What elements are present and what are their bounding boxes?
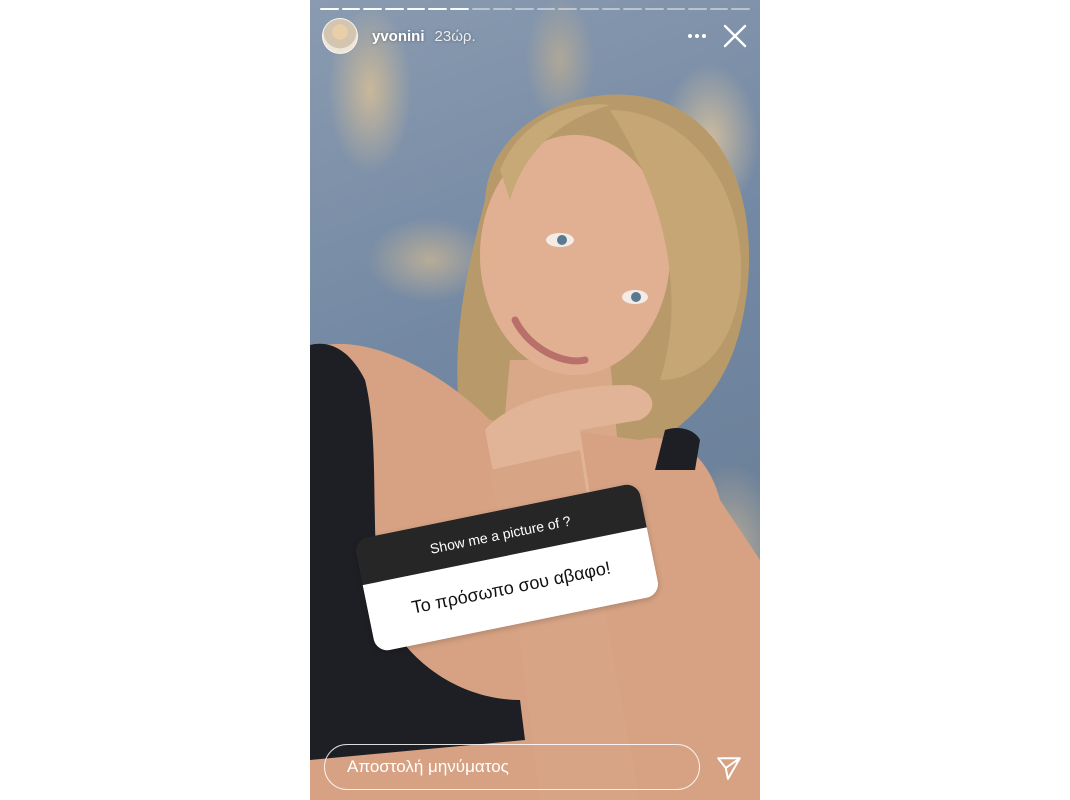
username[interactable]: yvonini <box>372 28 425 45</box>
progress-segment <box>384 8 404 10</box>
progress-segment <box>428 8 447 10</box>
progress-segment <box>514 8 534 10</box>
reply-input[interactable]: Αποστολή μηνύματος <box>324 744 700 790</box>
progress-segment <box>536 8 556 10</box>
story-progress-bar <box>320 8 751 10</box>
progress-segment <box>341 8 361 10</box>
send-icon[interactable] <box>712 751 746 785</box>
close-icon[interactable] <box>720 21 750 51</box>
progress-segment <box>406 8 426 10</box>
progress-segment <box>709 8 729 10</box>
avatar[interactable] <box>322 18 358 54</box>
post-time: 23ώρ. <box>434 27 476 45</box>
progress-segment <box>623 8 642 10</box>
story-photo <box>310 94 760 800</box>
progress-segment <box>579 8 599 10</box>
progress-segment <box>731 8 751 10</box>
progress-segment <box>688 8 707 10</box>
progress-segment <box>471 8 491 10</box>
progress-segment <box>493 8 512 10</box>
progress-segment <box>644 8 664 10</box>
story-viewer[interactable]: yvonini 23ώρ. Show me a picture of ? Το … <box>310 0 760 800</box>
story-header: yvonini 23ώρ. <box>322 18 750 54</box>
progress-segment <box>666 8 686 10</box>
progress-segment <box>363 8 382 10</box>
more-options-icon[interactable] <box>682 21 712 51</box>
progress-segment <box>558 8 577 10</box>
progress-segment <box>320 8 339 10</box>
reply-placeholder: Αποστολή μηνύματος <box>347 757 509 776</box>
progress-segment <box>601 8 621 10</box>
progress-segment <box>449 8 469 10</box>
